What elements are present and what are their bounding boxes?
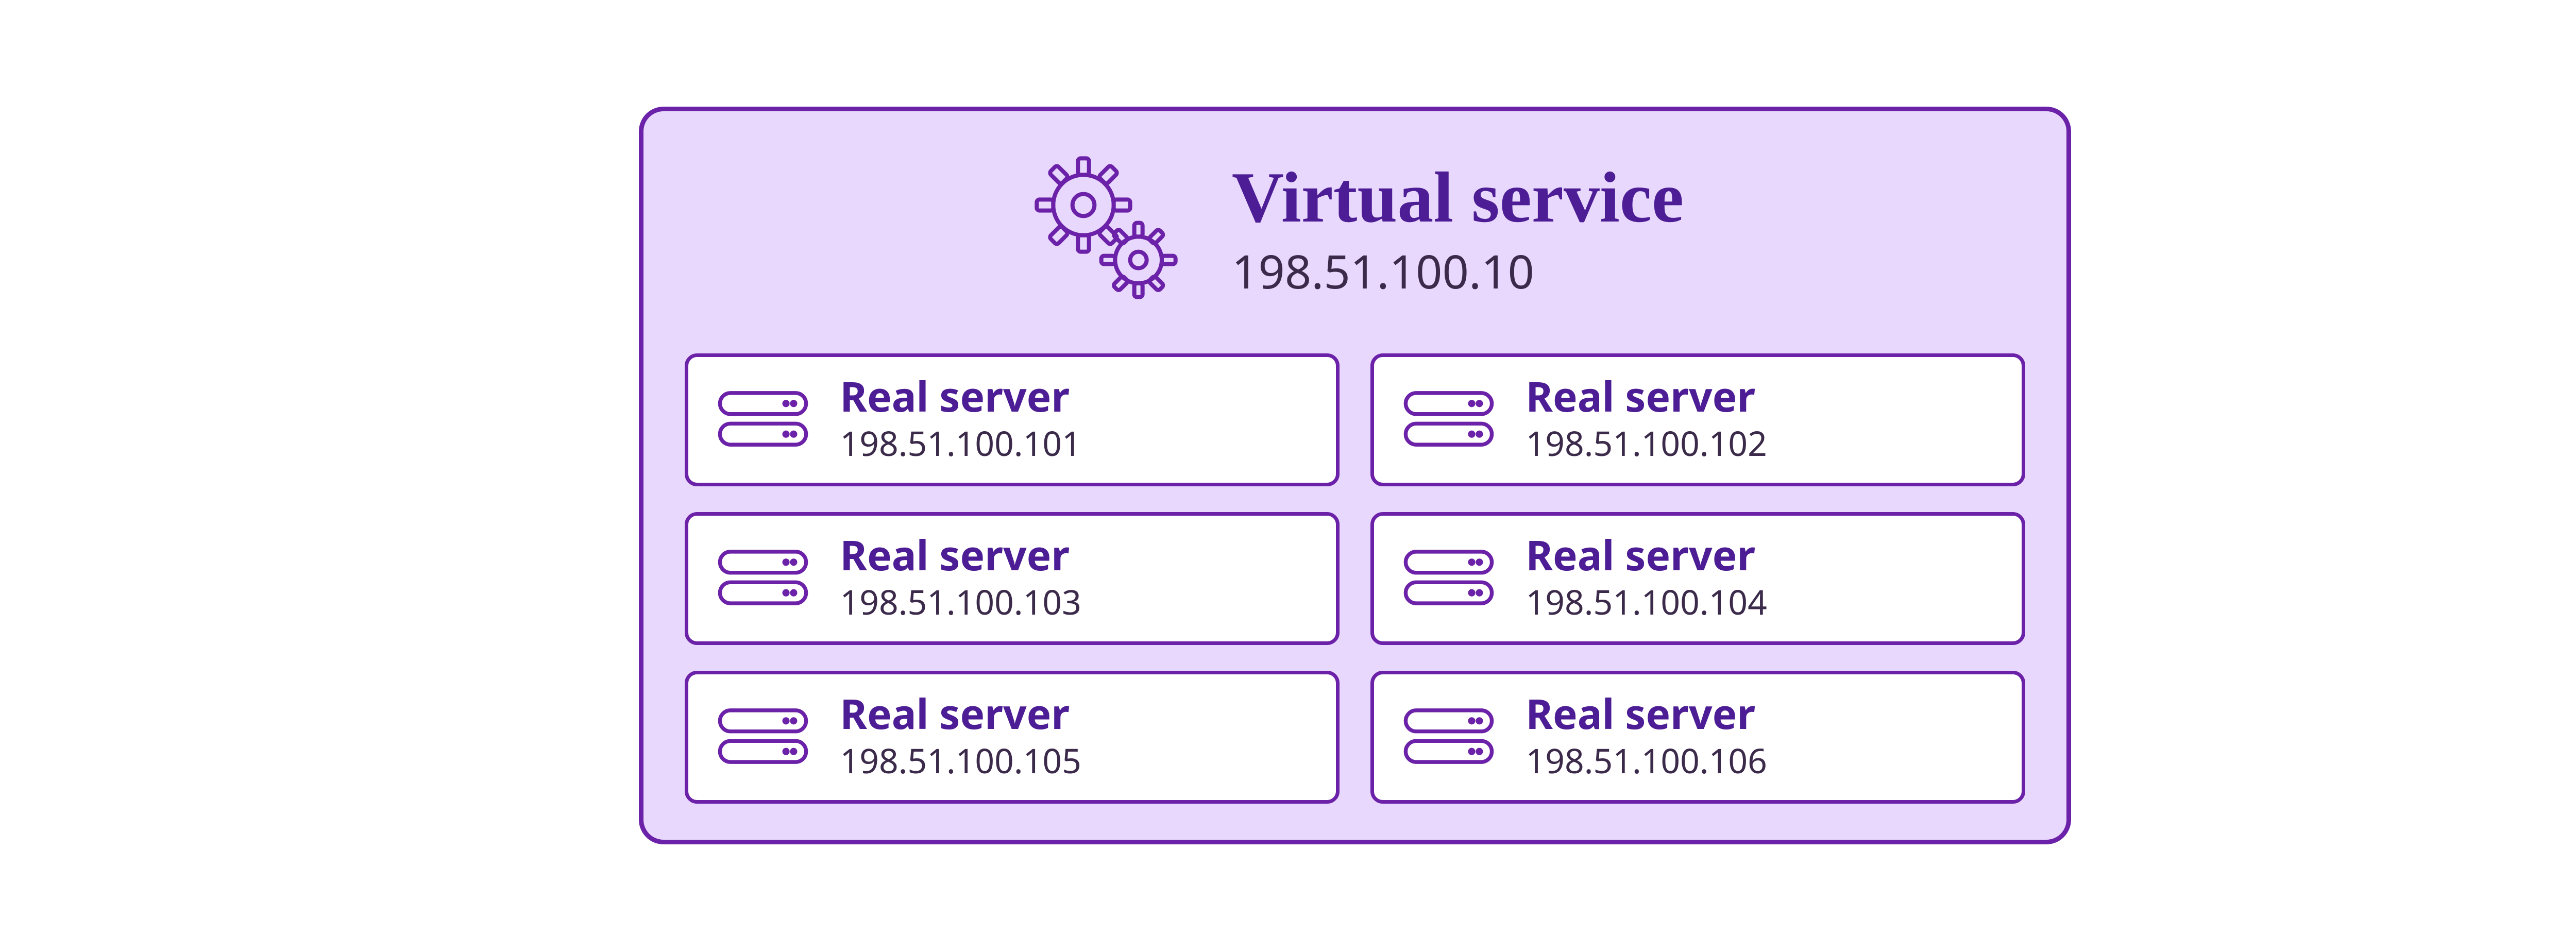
header-text: Virtual service 198.51.100.10 [1232, 160, 1684, 302]
real-server-card: Real server 198.51.100.103 [685, 512, 1340, 645]
server-label: Real server [840, 373, 1081, 419]
server-text: Real server 198.51.100.102 [1526, 373, 1767, 466]
server-text: Real server 198.51.100.101 [840, 373, 1081, 466]
server-text: Real server 198.51.100.103 [840, 532, 1081, 625]
server-label: Real server [840, 532, 1081, 578]
server-ip: 198.51.100.101 [840, 420, 1081, 466]
real-server-card: Real server 198.51.100.105 [685, 671, 1340, 804]
real-server-card: Real server 198.51.100.104 [1370, 512, 2025, 645]
real-server-card: Real server 198.51.100.106 [1370, 671, 2025, 804]
server-text: Real server 198.51.100.106 [1526, 691, 1767, 784]
server-text: Real server 198.51.100.104 [1526, 532, 1767, 625]
server-icon [714, 703, 812, 772]
gears-icon [1026, 147, 1191, 315]
server-icon [1400, 544, 1498, 614]
server-ip: 198.51.100.105 [840, 737, 1081, 784]
diagram-canvas: Virtual service 198.51.100.10 [0, 0, 2576, 951]
server-label: Real server [1526, 373, 1767, 419]
server-ip: 198.51.100.103 [840, 579, 1081, 625]
real-server-card: Real server 198.51.100.101 [685, 353, 1340, 486]
server-label: Real server [1526, 532, 1767, 578]
server-ip: 198.51.100.104 [1526, 579, 1767, 625]
virtual-service-title: Virtual service [1232, 160, 1684, 235]
server-ip: 198.51.100.106 [1526, 737, 1767, 784]
server-label: Real server [840, 691, 1081, 736]
panel-header: Virtual service 198.51.100.10 [685, 111, 2025, 353]
server-icon [714, 544, 812, 614]
server-grid: Real server 198.51.100.101 Re [685, 353, 2025, 804]
server-label: Real server [1526, 691, 1767, 736]
virtual-service-ip: 198.51.100.10 [1232, 240, 1684, 302]
server-ip: 198.51.100.102 [1526, 420, 1767, 466]
real-server-card: Real server 198.51.100.102 [1370, 353, 2025, 486]
server-text: Real server 198.51.100.105 [840, 691, 1081, 784]
server-icon [1400, 703, 1498, 772]
server-icon [1400, 385, 1498, 455]
server-icon [714, 385, 812, 455]
virtual-service-panel: Virtual service 198.51.100.10 [639, 107, 2071, 844]
